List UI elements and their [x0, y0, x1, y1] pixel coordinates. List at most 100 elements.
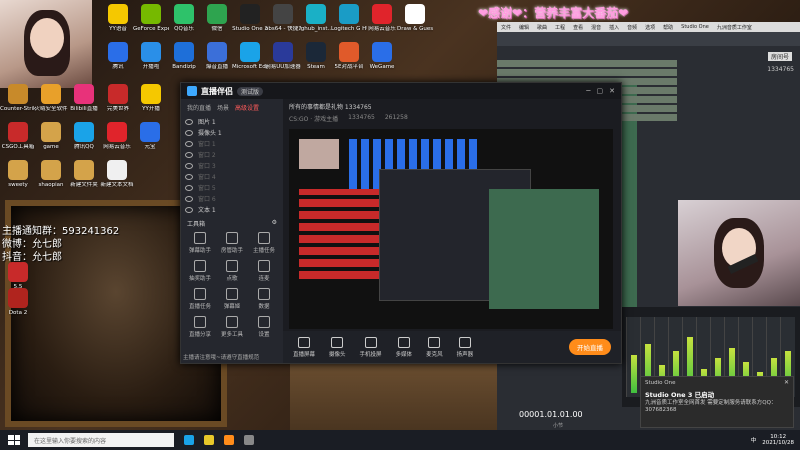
tool-item[interactable]: 房管助手	[219, 232, 245, 254]
daw-menu-item[interactable]: 工程	[555, 24, 565, 31]
bottom-button[interactable]: 摄像头	[329, 336, 346, 358]
scene-item[interactable]: 文本 1	[181, 204, 283, 215]
scene-item[interactable]: 窗口 6	[181, 193, 283, 204]
desktop-icon[interactable]: 腾讯QQ	[66, 122, 102, 150]
desktop-icon[interactable]: GeForce Experience	[133, 4, 169, 32]
tool-item[interactable]: 更多工具	[219, 316, 245, 338]
side-tab[interactable]: 高级设置	[235, 103, 259, 112]
desktop-icon[interactable]: Dota 2	[0, 288, 36, 316]
desktop-icon[interactable]: 网易云音乐	[99, 122, 135, 150]
taskbar-streaming-app-icon[interactable]	[224, 435, 234, 445]
tool-item[interactable]: 直播分享	[187, 316, 213, 338]
scene-item[interactable]: 窗口 3	[181, 160, 283, 171]
clock[interactable]: 10:12 2021/10/28	[762, 434, 794, 446]
scene-item[interactable]: 图片 1	[181, 116, 283, 127]
daw-menu-item[interactable]: 音频	[627, 24, 637, 31]
visibility-icon[interactable]	[185, 195, 193, 202]
desktop-icon[interactable]: shaopian	[33, 160, 69, 188]
desktop-icon[interactable]: Microsoft Edge	[232, 42, 268, 70]
daw-track[interactable]	[497, 69, 677, 76]
daw-menu-item[interactable]: 歌曲	[537, 24, 547, 31]
scene-item[interactable]: 窗口 1	[181, 138, 283, 149]
tool-item[interactable]: 弹幕助手	[187, 232, 213, 254]
daw-menu-item[interactable]: 编辑	[519, 24, 529, 31]
close-icon[interactable]: ✕	[609, 87, 615, 95]
daw-menu-item[interactable]: 选项	[645, 24, 655, 31]
desktop-icon[interactable]: Counter-Strike Global Of...	[0, 84, 36, 112]
desktop-icon[interactable]: game	[33, 122, 69, 150]
tool-item[interactable]: 抽奖助手	[187, 260, 213, 282]
notification-popup[interactable]: Studio One Studio One 3 已启动 九洲音质工作室全网首发 …	[640, 376, 794, 428]
tool-item[interactable]: 弹幕姬	[219, 288, 245, 310]
taskbar-explorer-icon[interactable]	[204, 435, 214, 445]
desktop-icon[interactable]: 新建文件夹	[66, 160, 102, 188]
bottom-button[interactable]: 麦克风	[426, 336, 443, 358]
daw-menu-item[interactable]: Studio One	[681, 24, 709, 30]
start-button[interactable]	[8, 435, 20, 445]
tray-lang[interactable]: 中	[751, 436, 757, 444]
tool-item[interactable]: 连麦	[251, 260, 277, 282]
taskbar-edge-icon[interactable]	[184, 435, 194, 445]
daw-menu-item[interactable]: 混音	[591, 24, 601, 31]
visibility-icon[interactable]	[185, 129, 193, 136]
daw-track[interactable]	[497, 60, 677, 67]
minimize-icon[interactable]: ─	[586, 87, 590, 95]
desktop-icon[interactable]: 网易UU加速器	[265, 42, 301, 70]
visibility-icon[interactable]	[185, 162, 193, 169]
scene-item[interactable]: 窗口 2	[181, 149, 283, 160]
desktop-icon[interactable]: Studio One 3	[232, 4, 268, 32]
desktop-icon[interactable]: 爆音直播	[199, 42, 235, 70]
stream-preview[interactable]	[289, 129, 613, 329]
bottom-button[interactable]: 多媒体	[396, 336, 412, 358]
desktop-icon[interactable]: Logitech G HUB	[331, 4, 367, 32]
desktop-icon[interactable]: lghub_inst...	[298, 4, 334, 32]
desktop-icon[interactable]: WeGame	[364, 42, 400, 70]
visibility-icon[interactable]	[185, 118, 193, 125]
desktop-icon[interactable]: 火绒安全软件	[33, 84, 69, 112]
daw-menu-item[interactable]: 帮助	[663, 24, 673, 31]
desktop-icon[interactable]: Steam	[298, 42, 334, 70]
tool-item[interactable]: 直播任务	[187, 288, 213, 310]
desktop-icon[interactable]: 元宝	[132, 122, 168, 150]
desktop-icon[interactable]: Bilibili直播	[66, 84, 102, 112]
desktop-icon[interactable]: sweety	[0, 160, 36, 188]
desktop-icon[interactable]: 5.5	[0, 262, 36, 290]
daw-menu-item[interactable]: 查看	[573, 24, 583, 31]
desktop-icon[interactable]: 微信	[199, 4, 235, 32]
go-live-button[interactable]: 开始直播	[569, 339, 611, 355]
visibility-icon[interactable]	[185, 184, 193, 191]
desktop-icon[interactable]: Draw & Guess	[397, 4, 433, 32]
desktop-icon[interactable]: Bandizip	[166, 42, 202, 70]
scene-item[interactable]: 摄像头 1	[181, 127, 283, 138]
scene-item[interactable]: 窗口 5	[181, 182, 283, 193]
popup-close-icon[interactable]: ✕	[784, 379, 789, 386]
tool-item[interactable]: 点歌	[219, 260, 245, 282]
streaming-app-window[interactable]: 直播伴侣 测试版 ─ ▢ ✕ 我的直播 场景 高级设置 图片 1 摄像头 1 窗口 1 窗…	[180, 82, 622, 364]
desktop-icon[interactable]: QQ音乐	[166, 4, 202, 32]
daw-menu-item[interactable]: 九洲音质工作室	[717, 24, 752, 31]
scene-item[interactable]: 窗口 4	[181, 171, 283, 182]
visibility-icon[interactable]	[185, 151, 193, 158]
bottom-button[interactable]: 扬声器	[457, 336, 473, 358]
desktop-icon[interactable]: YY开播	[133, 84, 169, 112]
daw-menu-item[interactable]: 插入	[609, 24, 619, 31]
stream-title[interactable]: 所有的事情都是礼物 1334765	[289, 102, 615, 111]
desktop-icon[interactable]: 腾讯	[100, 42, 136, 70]
visibility-icon[interactable]	[185, 173, 193, 180]
tool-item[interactable]: 数据	[251, 288, 277, 310]
bottom-button[interactable]: 手机投屏	[360, 336, 382, 358]
side-tab[interactable]: 我的直播	[187, 103, 211, 112]
desktop-icon[interactable]: 完美世界	[100, 84, 136, 112]
taskbar-search[interactable]: 在这里输入你要搜索的内容	[28, 433, 174, 447]
daw-menu-item[interactable]: 文件	[501, 24, 511, 31]
taskbar-app-icon[interactable]	[244, 435, 254, 445]
mixer-channel[interactable]	[626, 317, 641, 397]
tool-item[interactable]: 设置	[251, 316, 277, 338]
visibility-icon[interactable]	[185, 206, 193, 213]
visibility-icon[interactable]	[185, 140, 193, 147]
desktop-icon[interactable]: obs64 - 快捷方式	[265, 4, 301, 32]
desktop-icon[interactable]: 网易云音乐	[364, 4, 400, 32]
maximize-icon[interactable]: ▢	[597, 87, 604, 95]
bottom-button[interactable]: 直播屏幕	[293, 336, 315, 358]
desktop-icon[interactable]: CSGO工具箱	[0, 122, 36, 150]
